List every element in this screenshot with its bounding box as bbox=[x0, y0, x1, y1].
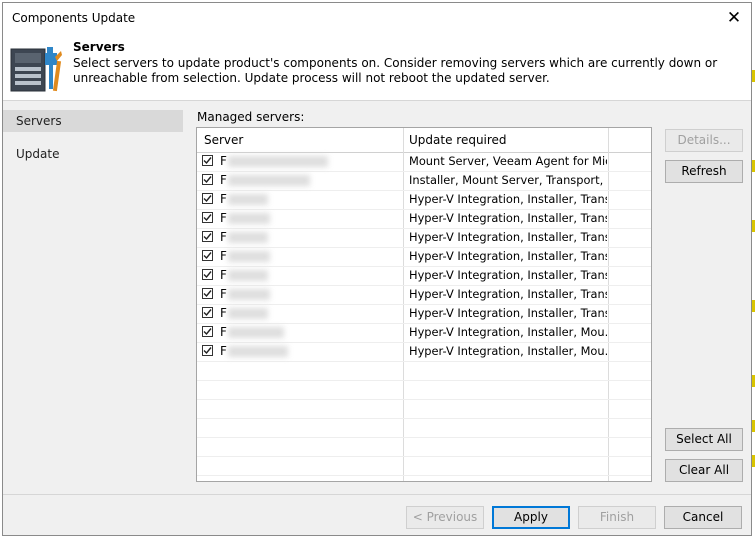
redacted-server-name bbox=[228, 270, 268, 281]
managed-servers-list[interactable]: Server Update required F Mount Server, Ve… bbox=[196, 127, 652, 482]
server-name: F bbox=[220, 325, 227, 339]
server-row[interactable]: F Hyper-V Integration, Installer, Mou... bbox=[197, 323, 651, 343]
finish-button[interactable]: Finish bbox=[578, 506, 656, 529]
server-name: F bbox=[220, 154, 227, 168]
redacted-server-name bbox=[228, 175, 310, 186]
update-required-cell: Hyper-V Integration, Installer, Trans... bbox=[409, 230, 607, 244]
server-update-tools-icon bbox=[10, 47, 62, 92]
apply-button[interactable]: Apply bbox=[492, 506, 570, 529]
server-row[interactable]: F Hyper-V Integration, Installer, Trans..… bbox=[197, 209, 651, 229]
redacted-server-name bbox=[228, 251, 270, 262]
checkmark-icon bbox=[203, 233, 212, 241]
server-name: F bbox=[220, 211, 227, 225]
server-name: F bbox=[220, 344, 227, 358]
update-required-cell: Hyper-V Integration, Installer, Mou... bbox=[409, 325, 607, 339]
redacted-server-name bbox=[228, 327, 284, 338]
server-row[interactable]: F Hyper-V Integration, Installer, Trans..… bbox=[197, 190, 651, 210]
server-checkbox[interactable] bbox=[202, 269, 213, 280]
server-row[interactable]: F Hyper-V Integration, Installer, Trans..… bbox=[197, 247, 651, 267]
empty-row bbox=[197, 456, 651, 476]
close-icon[interactable]: ✕ bbox=[721, 6, 747, 30]
update-required-cell: Installer, Mount Server, Transport, V... bbox=[409, 173, 607, 187]
column-header-server[interactable]: Server bbox=[204, 133, 243, 147]
wizard-steps-sidebar: Servers Update bbox=[3, 101, 183, 494]
checkmark-icon bbox=[203, 214, 212, 222]
empty-row bbox=[197, 380, 651, 400]
server-checkbox[interactable] bbox=[202, 307, 213, 318]
server-checkbox[interactable] bbox=[202, 288, 213, 299]
server-row[interactable]: F Installer, Mount Server, Transport, V..… bbox=[197, 171, 651, 191]
checkmark-icon bbox=[203, 328, 212, 336]
details-button[interactable]: Details... bbox=[665, 129, 743, 152]
redacted-server-name bbox=[228, 289, 270, 300]
update-required-cell: Hyper-V Integration, Installer, Trans... bbox=[409, 287, 607, 301]
redacted-server-name bbox=[228, 156, 328, 167]
server-name: F bbox=[220, 192, 227, 206]
select-all-button[interactable]: Select All bbox=[665, 428, 743, 451]
header-title: Servers bbox=[73, 40, 125, 54]
wizard-header: Servers Select servers to update product… bbox=[3, 34, 751, 100]
checkmark-icon bbox=[203, 309, 212, 317]
sidebar-item-update[interactable]: Update bbox=[3, 143, 183, 165]
redacted-server-name bbox=[228, 232, 268, 243]
column-header-update-required[interactable]: Update required bbox=[409, 133, 507, 147]
update-required-cell: Hyper-V Integration, Installer, Trans... bbox=[409, 211, 607, 225]
update-required-cell: Hyper-V Integration, Installer, Trans... bbox=[409, 192, 607, 206]
update-required-cell: Hyper-V Integration, Installer, Trans... bbox=[409, 249, 607, 263]
window-title: Components Update bbox=[12, 11, 136, 25]
title-bar: Components Update ✕ bbox=[3, 3, 751, 34]
empty-row bbox=[197, 437, 651, 457]
server-row[interactable]: F Mount Server, Veeam Agent for Mic... bbox=[197, 152, 651, 172]
checkmark-icon bbox=[203, 271, 212, 279]
server-name: F bbox=[220, 249, 227, 263]
empty-row bbox=[197, 399, 651, 419]
wizard-footer: < Previous Apply Finish Cancel bbox=[3, 494, 751, 535]
checkmark-icon bbox=[203, 252, 212, 260]
update-required-cell: Mount Server, Veeam Agent for Mic... bbox=[409, 154, 607, 168]
server-row[interactable]: F Hyper-V Integration, Installer, Trans..… bbox=[197, 285, 651, 305]
checkmark-icon bbox=[203, 157, 212, 165]
clear-all-button[interactable]: Clear All bbox=[665, 459, 743, 482]
server-name: F bbox=[220, 230, 227, 244]
update-required-cell: Hyper-V Integration, Installer, Trans... bbox=[409, 306, 607, 320]
server-checkbox[interactable] bbox=[202, 250, 213, 261]
server-checkbox[interactable] bbox=[202, 155, 213, 166]
server-row[interactable]: F Hyper-V Integration, Installer, Trans..… bbox=[197, 228, 651, 248]
checkmark-icon bbox=[203, 176, 212, 184]
server-name: F bbox=[220, 173, 227, 187]
redacted-server-name bbox=[228, 213, 270, 224]
server-checkbox[interactable] bbox=[202, 345, 213, 356]
checkmark-icon bbox=[203, 195, 212, 203]
redacted-server-name bbox=[228, 308, 268, 319]
update-required-cell: Hyper-V Integration, Installer, Mou... bbox=[409, 344, 607, 358]
server-row[interactable]: F Hyper-V Integration, Installer, Mou... bbox=[197, 342, 651, 362]
redacted-server-name bbox=[228, 346, 288, 357]
server-name: F bbox=[220, 287, 227, 301]
redacted-server-name bbox=[228, 194, 268, 205]
server-checkbox[interactable] bbox=[202, 231, 213, 242]
server-checkbox[interactable] bbox=[202, 193, 213, 204]
server-checkbox[interactable] bbox=[202, 174, 213, 185]
cancel-button[interactable]: Cancel bbox=[664, 506, 742, 529]
empty-row bbox=[197, 361, 651, 381]
server-row[interactable]: F Hyper-V Integration, Installer, Trans..… bbox=[197, 266, 651, 286]
server-row[interactable]: F Hyper-V Integration, Installer, Trans..… bbox=[197, 304, 651, 324]
list-header: Server Update required bbox=[197, 128, 651, 153]
checkmark-icon bbox=[203, 290, 212, 298]
server-name: F bbox=[220, 268, 227, 282]
sidebar-item-servers[interactable]: Servers bbox=[3, 110, 183, 132]
checkmark-icon bbox=[203, 347, 212, 355]
servers-step-panel: Managed servers: Server Update required … bbox=[183, 101, 751, 494]
empty-row bbox=[197, 418, 651, 438]
server-name: F bbox=[220, 306, 227, 320]
components-update-dialog: Components Update ✕ Servers Select serve… bbox=[2, 2, 752, 536]
server-checkbox[interactable] bbox=[202, 326, 213, 337]
update-required-cell: Hyper-V Integration, Installer, Trans... bbox=[409, 268, 607, 282]
previous-button[interactable]: < Previous bbox=[406, 506, 484, 529]
managed-servers-label: Managed servers: bbox=[197, 110, 305, 124]
header-description: Select servers to update product's compo… bbox=[73, 56, 718, 85]
refresh-button[interactable]: Refresh bbox=[665, 160, 743, 183]
server-checkbox[interactable] bbox=[202, 212, 213, 223]
